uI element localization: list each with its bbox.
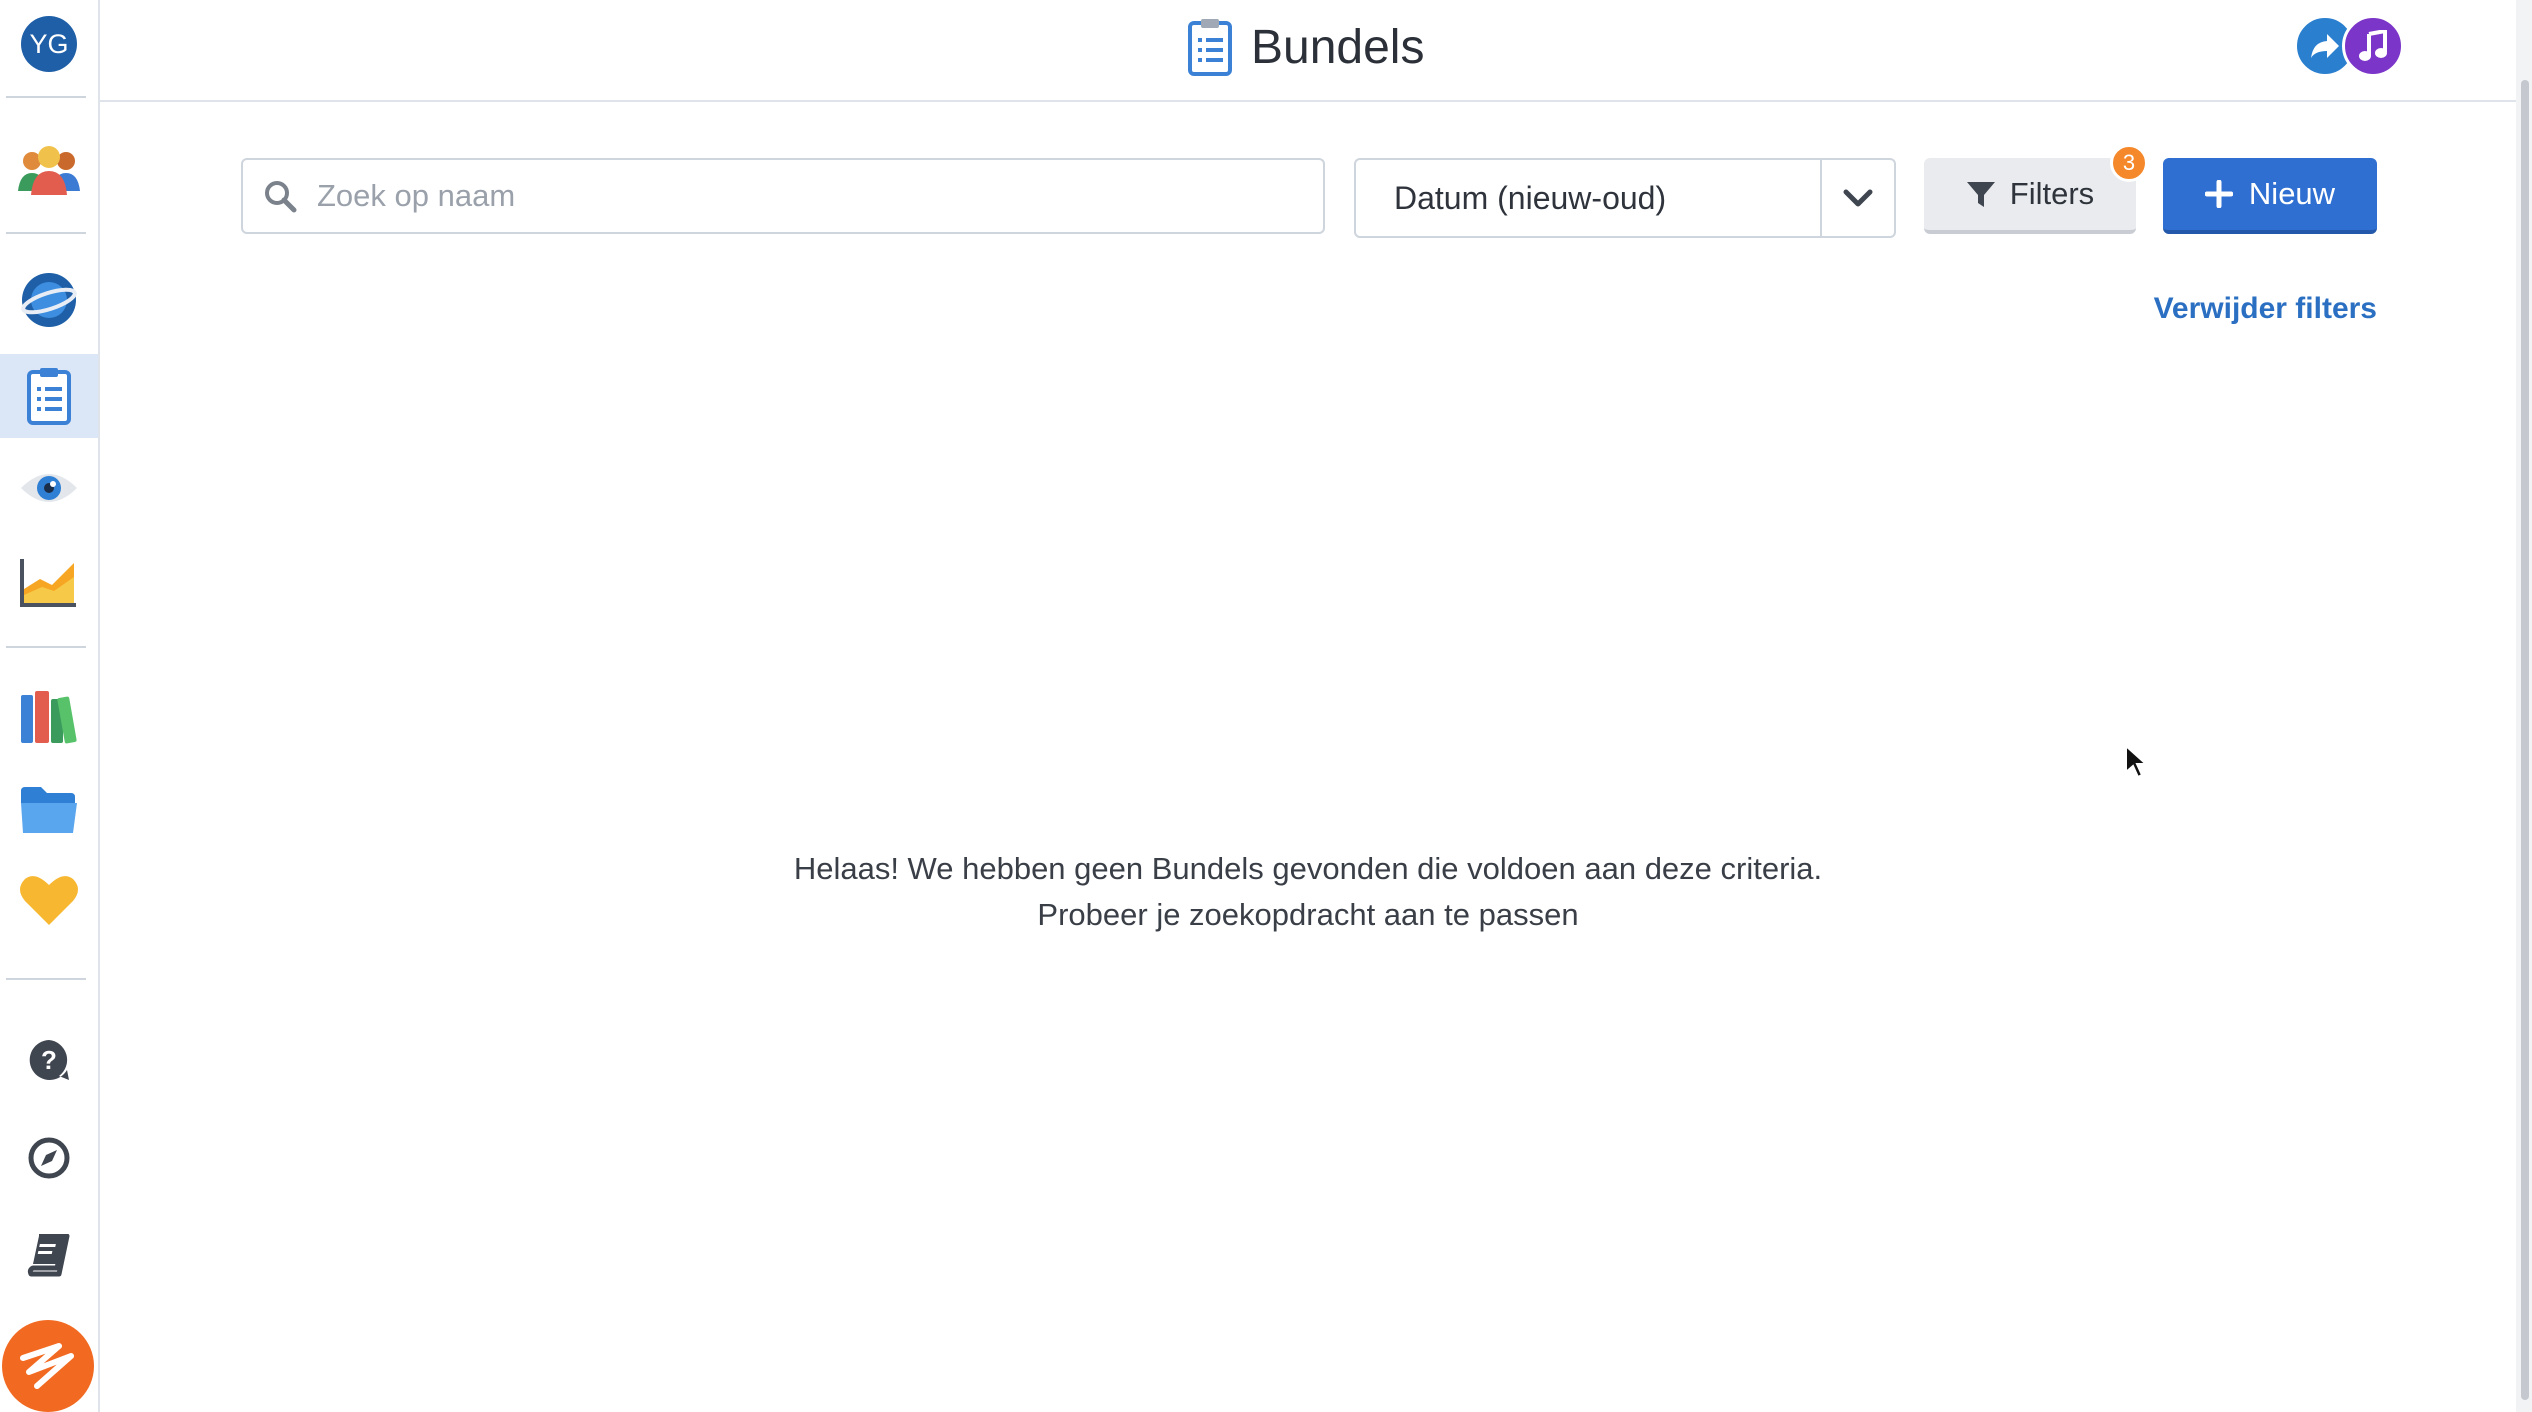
sort-selected-value: Datum (nieuw-oud) xyxy=(1394,179,1667,216)
share-icon xyxy=(2311,34,2339,58)
page-scrollbar[interactable] xyxy=(2516,0,2532,1412)
sidebar-item-bundels[interactable] xyxy=(0,354,98,438)
sidebar-divider xyxy=(6,96,86,98)
filters-label: Filters xyxy=(2009,176,2095,211)
filter-icon xyxy=(1966,182,1995,207)
area-chart-icon xyxy=(20,559,76,607)
filters-count-badge: 3 xyxy=(2110,144,2148,182)
sidebar-divider xyxy=(6,232,86,234)
help-icon: ? xyxy=(29,1040,69,1080)
svg-text:?: ? xyxy=(41,1045,57,1075)
clipboard-list-icon xyxy=(1188,19,1232,76)
sidebar-item-help[interactable]: ? xyxy=(0,1018,98,1102)
header-apps xyxy=(2294,15,2406,77)
page-title-group: Bundels xyxy=(1185,16,1424,78)
search-input[interactable] xyxy=(317,178,1297,214)
chevron-down-icon xyxy=(1843,189,1873,207)
sidebar: YG ? xyxy=(0,0,100,1412)
sidebar-divider xyxy=(6,978,86,980)
sidebar-item-planet[interactable] xyxy=(0,258,98,342)
sidebar-item-users[interactable] xyxy=(0,126,98,210)
empty-state-hint: Probeer je zoekopdracht aan te passen xyxy=(1037,897,1579,932)
sidebar-user-avatar[interactable]: YG xyxy=(0,2,98,86)
brand-logo-icon xyxy=(20,1343,74,1389)
sidebar-item-eye[interactable] xyxy=(0,446,98,530)
filters-button[interactable]: Filters xyxy=(1924,158,2136,234)
mouse-cursor-icon xyxy=(2125,744,2148,779)
sort-dropdown-toggle[interactable] xyxy=(1820,160,1894,236)
clipboard-list-icon xyxy=(27,368,71,425)
empty-state-message: Helaas! We hebben geen Bundels gevonden … xyxy=(793,851,1823,886)
eye-icon xyxy=(21,474,77,502)
sidebar-item-chart[interactable] xyxy=(0,540,98,624)
app-avatar-music[interactable] xyxy=(2342,15,2404,77)
new-button[interactable]: Nieuw xyxy=(2163,158,2377,234)
plus-icon xyxy=(2204,180,2233,208)
scrollbar-thumb[interactable] xyxy=(2521,80,2529,1400)
new-button-label: Nieuw xyxy=(2248,176,2336,211)
music-note-icon xyxy=(2359,30,2387,61)
sidebar-divider xyxy=(6,646,86,648)
search-box[interactable] xyxy=(241,158,1325,234)
compass-icon xyxy=(28,1137,70,1179)
sidebar-item-explore[interactable] xyxy=(0,1116,98,1200)
sidebar-item-folder[interactable] xyxy=(0,768,98,852)
books-icon xyxy=(21,691,77,744)
sort-select[interactable]: Datum (nieuw-oud) xyxy=(1354,158,1896,238)
folder-icon xyxy=(21,787,77,833)
page-title: Bundels xyxy=(1251,20,1425,74)
book-icon xyxy=(27,1234,70,1277)
avatar: YG xyxy=(21,16,77,72)
sidebar-item-docs[interactable] xyxy=(0,1214,98,1298)
brand-logo[interactable] xyxy=(2,1320,94,1412)
sidebar-item-favorites[interactable] xyxy=(0,858,98,942)
empty-state: Helaas! We hebben geen Bundels gevonden … xyxy=(100,846,2516,938)
search-icon xyxy=(265,181,297,213)
page-header: Bundels xyxy=(100,0,2516,102)
planet-icon xyxy=(21,273,77,327)
clear-filters-link[interactable]: Verwijder filters xyxy=(2154,292,2377,326)
sidebar-item-library[interactable] xyxy=(0,674,98,758)
users-icon xyxy=(18,146,80,195)
heart-icon xyxy=(20,876,78,925)
